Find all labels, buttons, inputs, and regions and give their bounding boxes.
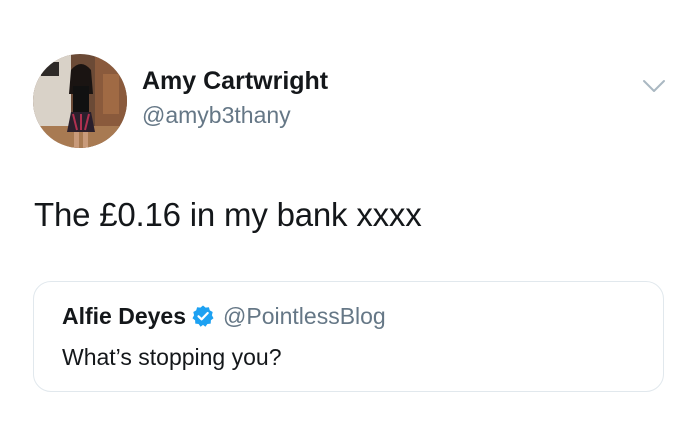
verified-badge-icon (191, 304, 215, 328)
profile-photo-icon (33, 54, 127, 148)
quoted-author-handle: @PointlessBlog (223, 303, 386, 329)
quoted-author-display-name: Alfie Deyes (62, 303, 187, 329)
author-display-name[interactable]: Amy Cartwright (142, 66, 328, 96)
tweet-text: The £0.16 in my bank xxxx (34, 196, 422, 233)
tweet-card: Amy Cartwright @amyb3thany The £0.16 in … (0, 0, 700, 446)
quoted-tweet[interactable]: Alfie Deyes @PointlessBlog What’s stoppi… (33, 281, 664, 392)
chevron-down-icon (643, 80, 665, 92)
author-handle[interactable]: @amyb3thany (142, 101, 328, 129)
author-info: Amy Cartwright @amyb3thany (142, 66, 328, 129)
tweet-menu-button[interactable] (641, 76, 667, 96)
quoted-tweet-header: Alfie Deyes @PointlessBlog (62, 302, 386, 330)
avatar[interactable] (33, 54, 127, 148)
quoted-tweet-text: What’s stopping you? (62, 344, 282, 370)
